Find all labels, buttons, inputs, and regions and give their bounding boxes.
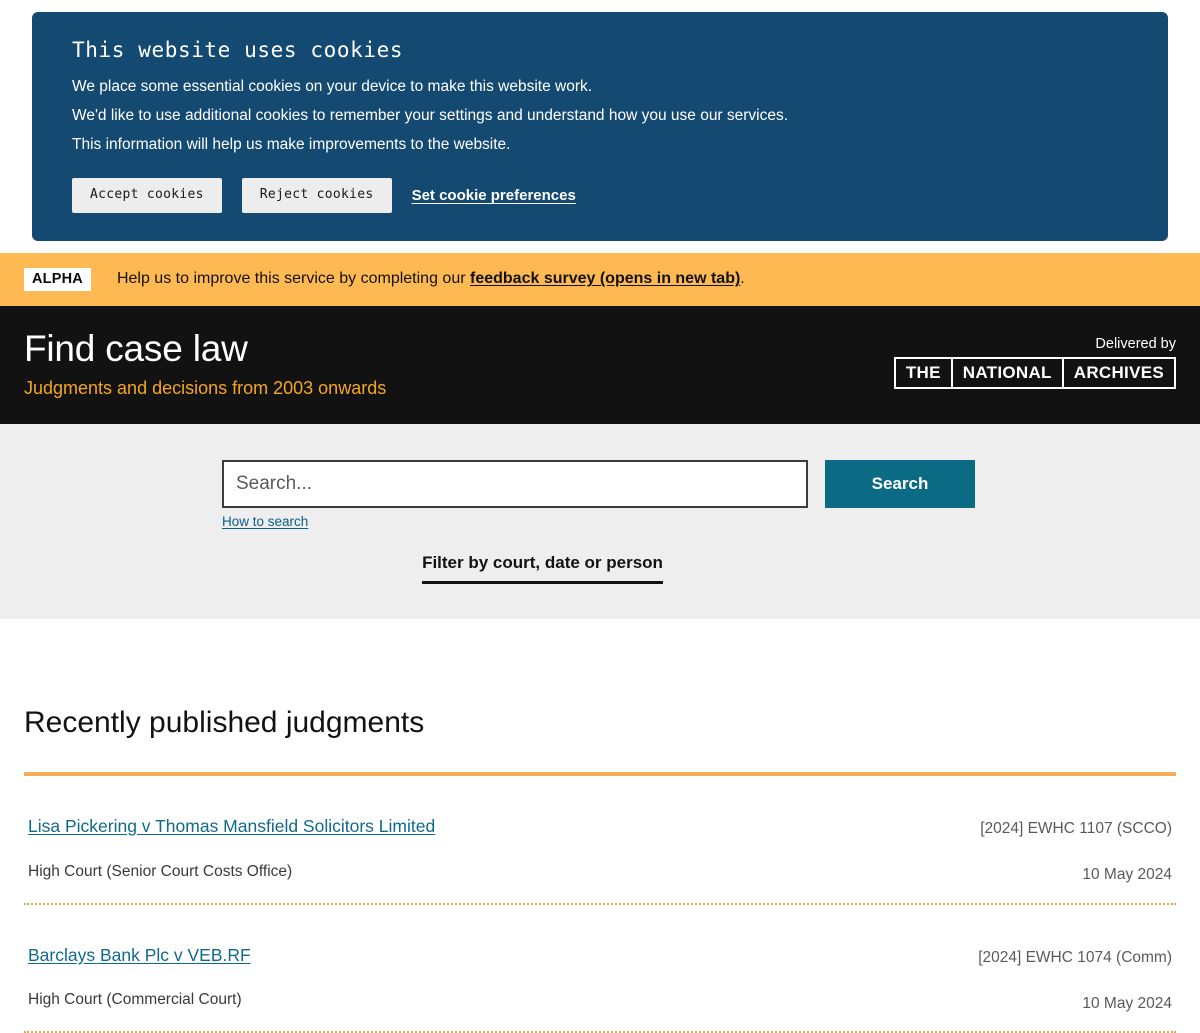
- search-button[interactable]: Search: [825, 459, 975, 508]
- search-input[interactable]: [222, 459, 808, 508]
- judgment-court: High Court (Senior Court Costs Office): [28, 862, 293, 880]
- search-row: Search: [0, 459, 1200, 508]
- feedback-text-after: .: [740, 270, 745, 288]
- judgment-date: 10 May 2024: [1082, 866, 1172, 884]
- delivered-by-label: Delivered by: [1095, 335, 1176, 352]
- cookie-banner-paragraph-1: We place some essential cookies on your …: [72, 78, 593, 96]
- cookie-banner-title: This website uses cookies: [72, 38, 404, 62]
- brand-block[interactable]: Find case law Judgments and decisions fr…: [24, 306, 386, 400]
- accept-cookies-button[interactable]: Accept cookies: [72, 177, 222, 213]
- how-to-search-link[interactable]: How to search: [222, 514, 308, 529]
- judgment-primary-info: Lisa Pickering v Thomas Mansfield Solici…: [24, 816, 435, 881]
- feedback-survey-link[interactable]: feedback survey (opens in new tab): [470, 270, 740, 287]
- judgment-citation: [2024] EWHC 1107 (SCCO): [980, 819, 1172, 837]
- cookie-banner-paragraph-2: We'd like to use additional cookies to r…: [72, 107, 789, 125]
- cookie-banner: This website uses cookies We place some …: [32, 12, 1168, 241]
- judgment-title-link[interactable]: Barclays Bank Plc v VEB.RF: [28, 945, 251, 967]
- judgment-list: Lisa Pickering v Thomas Mansfield Solici…: [24, 776, 1176, 1033]
- national-archives-logo[interactable]: THE NATIONAL ARCHIVES: [893, 356, 1176, 390]
- judgment-title-link[interactable]: Lisa Pickering v Thomas Mansfield Solici…: [28, 816, 435, 838]
- delivered-by-block: Delivered by THE NATIONAL ARCHIVES: [893, 306, 1176, 390]
- judgment-citation: [2024] EWHC 1074 (Comm): [978, 948, 1172, 966]
- alpha-phase-banner: ALPHA Help us to improve this service by…: [0, 252, 1200, 306]
- judgment-date: 10 May 2024: [1082, 994, 1172, 1012]
- logo-word-the: THE: [896, 358, 953, 388]
- search-band: Search How to search Filter by court, da…: [0, 423, 1200, 619]
- feedback-text-before: Help us to improve this service by compl…: [116, 270, 470, 288]
- judgment-meta-info: [2024] EWHC 1074 (Comm) 10 May 2024: [978, 945, 1176, 1014]
- page-title: Find case law: [24, 327, 248, 369]
- filter-by-court-date-person-link[interactable]: Filter by court, date or person: [422, 553, 663, 584]
- cookie-banner-actions: Accept cookies Reject cookies Set cookie…: [72, 177, 1128, 213]
- judgment-list-item[interactable]: Barclays Bank Plc v VEB.RF High Court (C…: [24, 905, 1176, 1033]
- reject-cookies-button[interactable]: Reject cookies: [241, 177, 392, 213]
- judgment-court: High Court (Commercial Court): [28, 991, 242, 1009]
- cookie-banner-paragraph-3: This information will help us make impro…: [72, 136, 511, 154]
- main-content: Recently published judgments Lisa Picker…: [0, 619, 1200, 1033]
- logo-word-national: NATIONAL: [953, 358, 1064, 388]
- site-header: Find case law Judgments and decisions fr…: [0, 305, 1200, 424]
- page-subtitle: Judgments and decisions from 2003 onward…: [24, 378, 387, 399]
- logo-word-archives: ARCHIVES: [1073, 362, 1164, 382]
- judgment-meta-info: [2024] EWHC 1107 (SCCO) 10 May 2024: [980, 816, 1176, 885]
- judgment-primary-info: Barclays Bank Plc v VEB.RF High Court (C…: [24, 945, 251, 1010]
- set-cookie-preferences-link[interactable]: Set cookie preferences: [412, 187, 576, 204]
- judgment-list-item[interactable]: Lisa Pickering v Thomas Mansfield Solici…: [24, 776, 1176, 905]
- filter-wrapper: Filter by court, date or person: [0, 553, 1200, 584]
- alpha-phase-badge: ALPHA: [24, 267, 91, 292]
- recently-published-heading: Recently published judgments: [24, 705, 425, 739]
- feedback-banner-text: Help us to improve this service by compl…: [117, 270, 745, 288]
